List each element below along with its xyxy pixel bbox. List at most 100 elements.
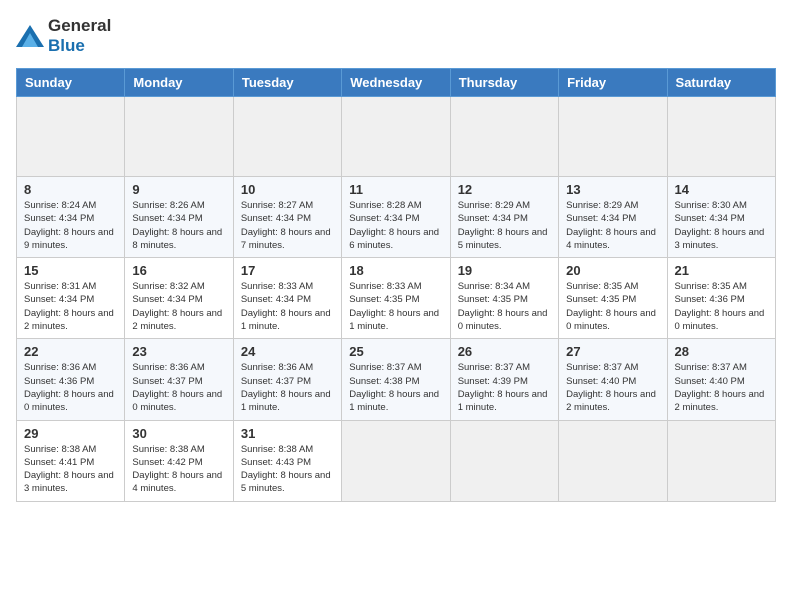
calendar-cell (125, 97, 233, 177)
calendar-cell (667, 420, 775, 501)
day-number: 30 (132, 426, 225, 441)
day-info: Sunrise: 8:38 AMSunset: 4:42 PMDaylight:… (132, 443, 225, 496)
day-number: 26 (458, 344, 551, 359)
calendar-cell: 23 Sunrise: 8:36 AMSunset: 4:37 PMDayligh… (125, 339, 233, 420)
calendar-cell: 27 Sunrise: 8:37 AMSunset: 4:40 PMDayligh… (559, 339, 667, 420)
day-info: Sunrise: 8:37 AMSunset: 4:39 PMDaylight:… (458, 361, 551, 414)
calendar-week-row: 22 Sunrise: 8:36 AMSunset: 4:36 PMDayligh… (17, 339, 776, 420)
calendar-cell (342, 420, 450, 501)
day-number: 9 (132, 182, 225, 197)
calendar-cell: 8Sunrise: 8:24 AMSunset: 4:34 PMDaylight… (17, 177, 125, 258)
calendar-cell: 30 Sunrise: 8:38 AMSunset: 4:42 PMDayligh… (125, 420, 233, 501)
calendar-cell: 14 Sunrise: 8:30 AMSunset: 4:34 PMDayligh… (667, 177, 775, 258)
day-number: 24 (241, 344, 334, 359)
day-number: 22 (24, 344, 117, 359)
calendar-cell (342, 97, 450, 177)
day-number: 28 (675, 344, 768, 359)
calendar-cell: 31 Sunrise: 8:38 AMSunset: 4:43 PMDayligh… (233, 420, 341, 501)
calendar-cell (450, 420, 558, 501)
day-number: 17 (241, 263, 334, 278)
calendar-cell: 15 Sunrise: 8:31 AMSunset: 4:34 PMDayligh… (17, 258, 125, 339)
day-info: Sunrise: 8:33 AMSunset: 4:34 PMDaylight:… (241, 280, 334, 333)
day-info: Sunrise: 8:35 AMSunset: 4:35 PMDaylight:… (566, 280, 659, 333)
day-info: Sunrise: 8:24 AMSunset: 4:34 PMDaylight:… (24, 199, 117, 252)
weekday-header-thursday: Thursday (450, 69, 558, 97)
day-info: Sunrise: 8:37 AMSunset: 4:38 PMDaylight:… (349, 361, 442, 414)
calendar-cell (559, 97, 667, 177)
calendar-cell: 10 Sunrise: 8:27 AMSunset: 4:34 PMDayligh… (233, 177, 341, 258)
day-info: Sunrise: 8:37 AMSunset: 4:40 PMDaylight:… (566, 361, 659, 414)
calendar-cell: 13 Sunrise: 8:29 AMSunset: 4:34 PMDayligh… (559, 177, 667, 258)
calendar-cell: 19 Sunrise: 8:34 AMSunset: 4:35 PMDayligh… (450, 258, 558, 339)
weekday-header-row: SundayMondayTuesdayWednesdayThursdayFrid… (17, 69, 776, 97)
calendar-week-row: 8Sunrise: 8:24 AMSunset: 4:34 PMDaylight… (17, 177, 776, 258)
day-number: 31 (241, 426, 334, 441)
calendar-cell: 26 Sunrise: 8:37 AMSunset: 4:39 PMDayligh… (450, 339, 558, 420)
calendar-cell: 9 Sunrise: 8:26 AMSunset: 4:34 PMDaylight… (125, 177, 233, 258)
day-info: Sunrise: 8:32 AMSunset: 4:34 PMDaylight:… (132, 280, 225, 333)
weekday-header-monday: Monday (125, 69, 233, 97)
calendar-cell (450, 97, 558, 177)
day-info: Sunrise: 8:33 AMSunset: 4:35 PMDaylight:… (349, 280, 442, 333)
day-number: 21 (675, 263, 768, 278)
calendar-cell: 21 Sunrise: 8:35 AMSunset: 4:36 PMDayligh… (667, 258, 775, 339)
day-info: Sunrise: 8:38 AMSunset: 4:41 PMDaylight:… (24, 443, 117, 496)
calendar-table: SundayMondayTuesdayWednesdayThursdayFrid… (16, 68, 776, 502)
calendar-cell (17, 97, 125, 177)
day-number: 25 (349, 344, 442, 359)
weekday-header-saturday: Saturday (667, 69, 775, 97)
day-number: 16 (132, 263, 225, 278)
header: General Blue (16, 16, 776, 56)
weekday-header-tuesday: Tuesday (233, 69, 341, 97)
weekday-header-sunday: Sunday (17, 69, 125, 97)
calendar-cell: 25 Sunrise: 8:37 AMSunset: 4:38 PMDayligh… (342, 339, 450, 420)
day-number: 14 (675, 182, 768, 197)
calendar-cell: 20 Sunrise: 8:35 AMSunset: 4:35 PMDayligh… (559, 258, 667, 339)
logo: General Blue (16, 16, 111, 56)
calendar-week-row (17, 97, 776, 177)
calendar-cell: 12Sunrise: 8:29 AMSunset: 4:34 PMDayligh… (450, 177, 558, 258)
calendar-cell: 22 Sunrise: 8:36 AMSunset: 4:36 PMDayligh… (17, 339, 125, 420)
calendar-cell (559, 420, 667, 501)
day-info: Sunrise: 8:38 AMSunset: 4:43 PMDaylight:… (241, 443, 334, 496)
logo-icon (16, 25, 44, 47)
day-info: Sunrise: 8:28 AMSunset: 4:34 PMDaylight:… (349, 199, 442, 252)
day-info: Sunrise: 8:36 AMSunset: 4:37 PMDaylight:… (132, 361, 225, 414)
day-number: 15 (24, 263, 117, 278)
calendar-cell: 28 Sunrise: 8:37 AMSunset: 4:40 PMDayligh… (667, 339, 775, 420)
logo-general: General (48, 16, 111, 35)
calendar-cell: 18 Sunrise: 8:33 AMSunset: 4:35 PMDayligh… (342, 258, 450, 339)
logo-text: General Blue (48, 16, 111, 56)
day-number: 13 (566, 182, 659, 197)
calendar-cell (233, 97, 341, 177)
calendar-week-row: 15 Sunrise: 8:31 AMSunset: 4:34 PMDayligh… (17, 258, 776, 339)
day-info: Sunrise: 8:37 AMSunset: 4:40 PMDaylight:… (675, 361, 768, 414)
calendar-cell: 11 Sunrise: 8:28 AMSunset: 4:34 PMDayligh… (342, 177, 450, 258)
day-number: 12 (458, 182, 551, 197)
day-number: 10 (241, 182, 334, 197)
calendar-cell: 17 Sunrise: 8:33 AMSunset: 4:34 PMDayligh… (233, 258, 341, 339)
day-info: Sunrise: 8:34 AMSunset: 4:35 PMDaylight:… (458, 280, 551, 333)
day-info: Sunrise: 8:35 AMSunset: 4:36 PMDaylight:… (675, 280, 768, 333)
day-number: 11 (349, 182, 442, 197)
day-number: 27 (566, 344, 659, 359)
logo-blue: Blue (48, 36, 85, 55)
day-number: 20 (566, 263, 659, 278)
day-number: 23 (132, 344, 225, 359)
day-info: Sunrise: 8:30 AMSunset: 4:34 PMDaylight:… (675, 199, 768, 252)
weekday-header-friday: Friday (559, 69, 667, 97)
calendar-cell: 24 Sunrise: 8:36 AMSunset: 4:37 PMDayligh… (233, 339, 341, 420)
day-info: Sunrise: 8:27 AMSunset: 4:34 PMDaylight:… (241, 199, 334, 252)
day-number: 19 (458, 263, 551, 278)
day-info: Sunrise: 8:26 AMSunset: 4:34 PMDaylight:… (132, 199, 225, 252)
day-number: 29 (24, 426, 117, 441)
day-info: Sunrise: 8:36 AMSunset: 4:36 PMDaylight:… (24, 361, 117, 414)
day-info: Sunrise: 8:36 AMSunset: 4:37 PMDaylight:… (241, 361, 334, 414)
weekday-header-wednesday: Wednesday (342, 69, 450, 97)
calendar-cell: 16 Sunrise: 8:32 AMSunset: 4:34 PMDayligh… (125, 258, 233, 339)
calendar-week-row: 29 Sunrise: 8:38 AMSunset: 4:41 PMDayligh… (17, 420, 776, 501)
calendar-cell (667, 97, 775, 177)
day-number: 18 (349, 263, 442, 278)
day-info: Sunrise: 8:29 AMSunset: 4:34 PMDaylight:… (566, 199, 659, 252)
day-info: Sunrise: 8:31 AMSunset: 4:34 PMDaylight:… (24, 280, 117, 333)
